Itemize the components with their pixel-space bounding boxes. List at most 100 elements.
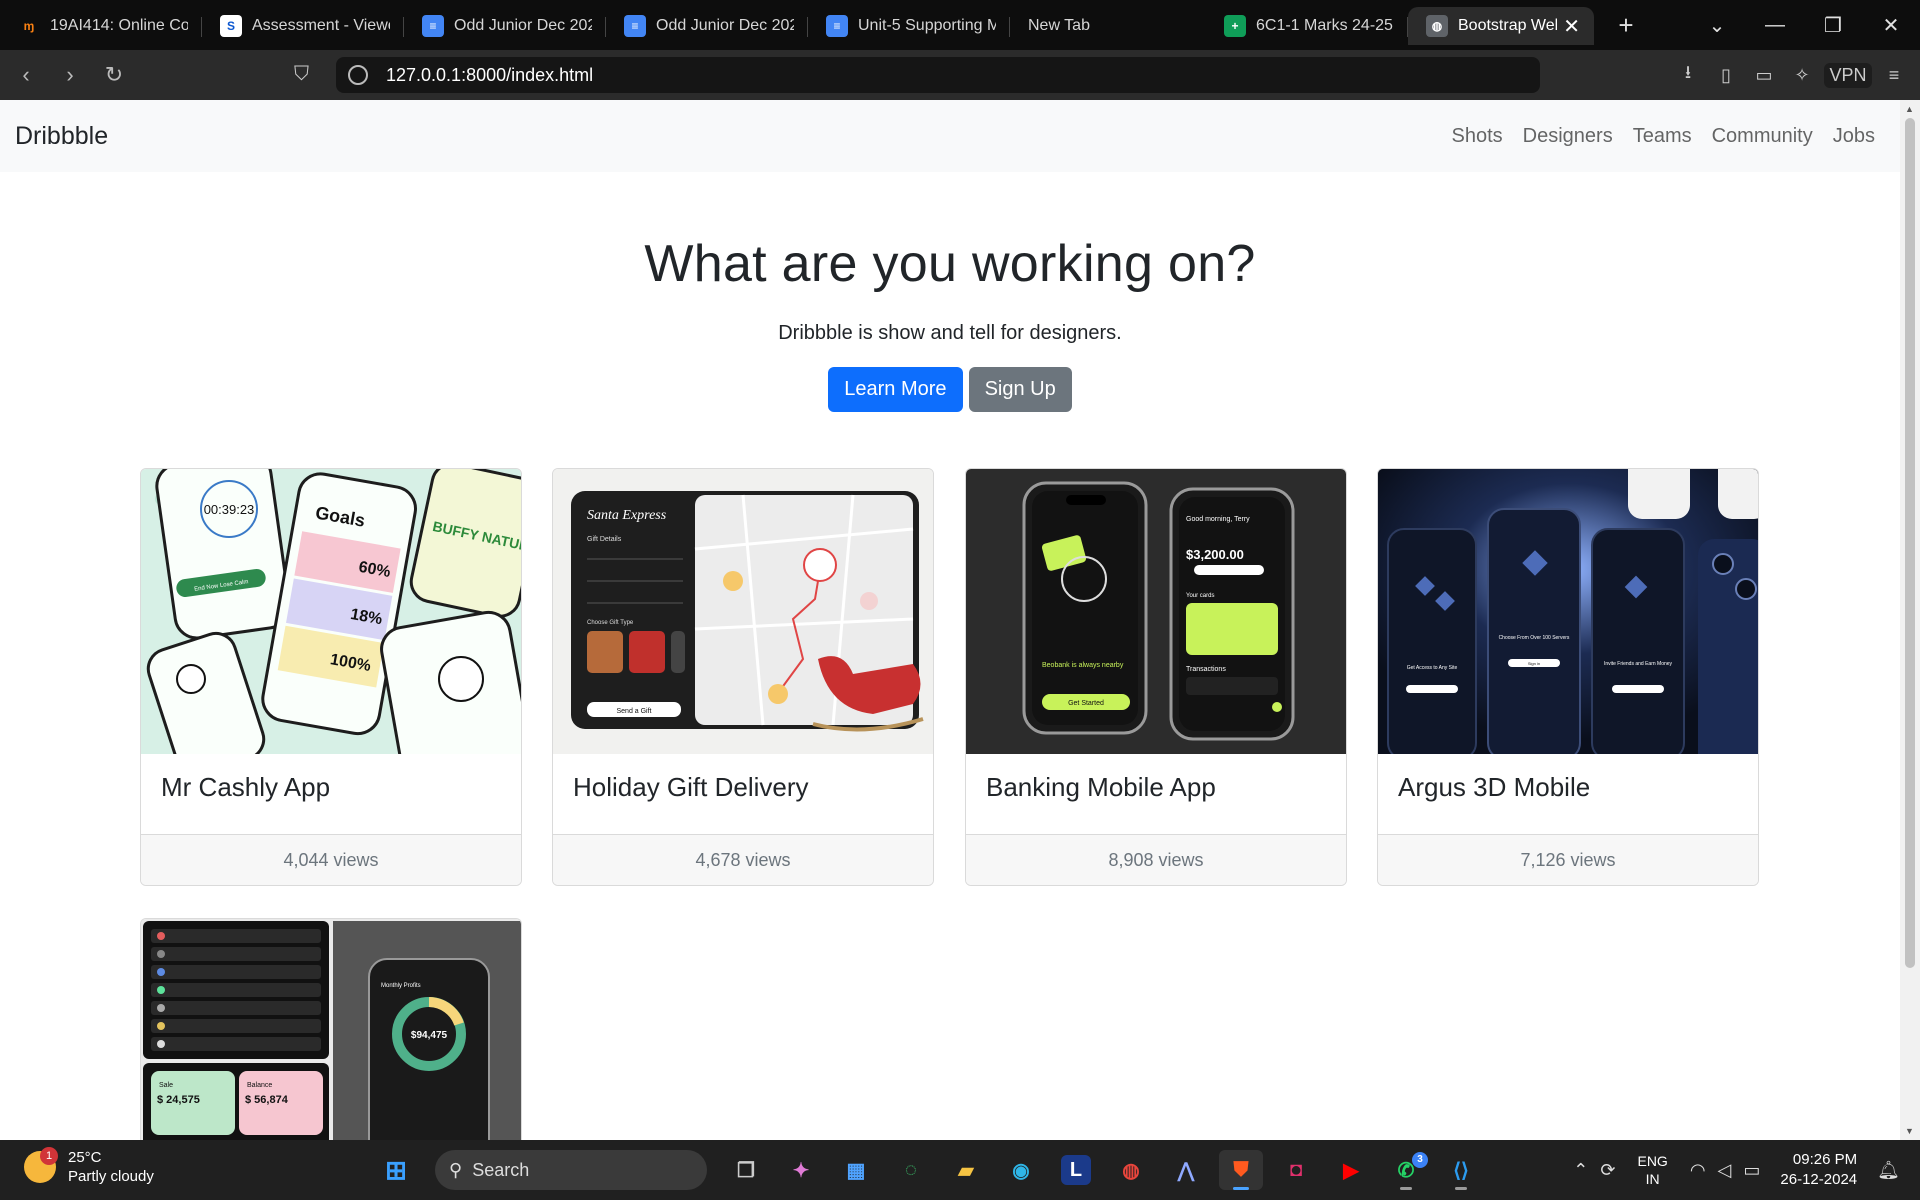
bank-tagline: Beobank is always nearby [1042,662,1124,669]
browser-tab[interactable]: New Tab [1010,7,1206,45]
reload-icon[interactable]: ↻ [96,57,132,93]
lang-region: IN [1645,1171,1660,1187]
shot-title[interactable]: Mr Cashly App [141,754,521,834]
chevron-up-icon[interactable]: ⌃ [1573,1160,1588,1181]
close-tab-icon[interactable]: ✕ [1563,14,1580,39]
page-scrollbar[interactable]: ▲ ▼ [1900,100,1920,1140]
vpn-label: VPN [1829,64,1867,85]
shot-image: Beobank is always nearby Get Started Goo… [966,469,1346,754]
nav-link-jobs[interactable]: Jobs [1823,125,1885,148]
close-window-icon[interactable]: ✕ [1862,13,1920,38]
bookmark-icon[interactable]: ⛉ [294,63,309,86]
vscode-icon[interactable]: ⟨⟩ [1439,1150,1483,1190]
shot-views: 4,678 views [553,834,933,885]
site-navbar: Dribbble Shots Designers Teams Community… [0,100,1900,172]
site-info-icon[interactable] [348,65,368,85]
shot-title[interactable]: Holiday Gift Delivery [553,754,933,834]
site-brand[interactable]: Dribbble [15,122,108,151]
sheets-icon: + [1224,15,1246,37]
vpn-button[interactable]: VPN [1824,62,1872,88]
shot-card[interactable]: Get Access to Any Site Choose From Over … [1377,468,1759,886]
maximize-icon[interactable]: ❐ [1804,13,1862,38]
browser-tab[interactable]: ≡ Odd Junior Dec 2024 [404,7,606,45]
tab-search-icon[interactable]: ⌄ [1688,13,1746,38]
nav-link-teams[interactable]: Teams [1623,125,1702,148]
wifi-icon[interactable]: ◠ [1690,1160,1706,1181]
l-app-icon[interactable]: L [1061,1155,1091,1185]
profit-amount: $94,475 [411,1030,448,1041]
sidebar-icon[interactable]: ▯ [1710,65,1742,86]
battery-icon[interactable]: ▭ [1743,1160,1760,1181]
scroll-down-icon[interactable]: ▼ [1905,1126,1914,1136]
minimize-icon[interactable]: — [1746,14,1804,37]
taskbar-search[interactable]: ⚲ Search [435,1150,707,1190]
windows-taskbar: 1 25°C Partly cloudy ⊞ ⚲ Search ❐ ✦ ▦ ◌ ▰… [0,1140,1920,1200]
download-icon[interactable]: ⭳ [1672,60,1704,90]
get-started-text: Get Started [1068,700,1104,707]
nav-link-shots[interactable]: Shots [1442,125,1513,148]
scrollbar-thumb[interactable] [1905,118,1915,968]
weather-widget[interactable]: 1 25°C Partly cloudy [24,1147,154,1186]
task-view-icon[interactable]: ❐ [724,1150,768,1190]
sign-up-button[interactable]: Sign Up [968,367,1072,412]
app-circle-icon[interactable]: ◌ [889,1150,933,1190]
search-label: Search [472,1159,530,1180]
menu-icon[interactable]: ≡ [1878,65,1910,86]
moodle-icon: ɱ [23,19,35,33]
shot-image: Santa Express Gift Details Choose Gift T… [553,469,933,754]
language-indicator[interactable]: ENG IN [1637,1152,1667,1188]
browser-tab[interactable]: S Assessment - Viewer [202,7,404,45]
clock-time: 09:26 PM [1792,1151,1858,1168]
lang-code: ENG [1637,1153,1668,1169]
shot-title[interactable]: Argus 3D Mobile [1378,754,1758,834]
docs-icon: ≡ [826,15,848,37]
learn-more-button[interactable]: Learn More [828,367,963,412]
browser-tab[interactable]: +6C1-1 Marks 24-25 O [1206,7,1408,45]
volume-icon[interactable]: ◁ [1718,1160,1732,1181]
nav-link-community[interactable]: Community [1702,125,1823,148]
shot-card[interactable]: Sale Balance $ 24,575 $ 56,874 Monthly P… [140,918,522,1140]
copilot-icon[interactable]: ✦ [779,1150,823,1190]
weather-desc: Partly cloudy [68,1168,154,1185]
balance-text: $3,200.00 [1186,547,1244,562]
browser-toolbar: ‹ › ↻ ⛉ 127.0.0.1:8000/index.html ⭳ ▯ ▭ … [0,50,1920,100]
new-tab-button[interactable]: + [1606,10,1646,41]
page-viewport: Dribbble Shots Designers Teams Community… [0,100,1900,1140]
globe-icon: ◍ [1426,15,1448,37]
clock[interactable]: 09:26 PM 26-12-2024 [1780,1150,1857,1190]
browser-tab[interactable]: ɱ19AI414: Online Cour [0,7,202,45]
shot-image: Get Access to Any Site Choose From Over … [1378,469,1758,754]
scroll-up-icon[interactable]: ▲ [1905,104,1914,114]
shot-title[interactable]: Banking Mobile App [966,754,1346,834]
nav-link-designers[interactable]: Designers [1513,125,1623,148]
shot-card[interactable]: Beobank is always nearby Get Started Goo… [965,468,1347,886]
address-bar[interactable]: 127.0.0.1:8000/index.html [336,57,1540,93]
shot-card[interactable]: Santa Express Gift Details Choose Gift T… [552,468,934,886]
weather-temp: 25°C [68,1149,102,1166]
brave-icon[interactable]: ⛊ [1219,1150,1263,1190]
edge-icon[interactable]: ◉ [999,1150,1043,1190]
s-logo-icon: S [220,15,242,37]
store-icon[interactable]: ▦ [834,1150,878,1190]
browser-tab[interactable]: ≡ Unit-5 Supporting M [808,7,1010,45]
hero-subtitle: Dribbble is show and tell for designers. [778,322,1122,344]
whatsapp-icon[interactable]: ✆ 3 [1384,1150,1428,1190]
windows-start-icon[interactable]: ⊞ [374,1150,418,1190]
browser-tab-active[interactable]: ◍Bootstrap Websi✕ [1408,7,1594,45]
notification-bell-icon[interactable]: 🔔︎ [1877,1160,1900,1181]
browser-tab[interactable]: ≡ Odd Junior Dec 2024 [606,7,808,45]
back-icon[interactable]: ‹ [8,57,44,93]
wallet-icon[interactable]: ▭ [1748,65,1780,86]
whatsapp-badge: 3 [1412,1152,1428,1168]
sync-icon[interactable]: ⟳ [1600,1160,1615,1181]
forward-icon[interactable]: › [52,57,88,93]
hero-title: What are you working on? [644,235,1256,293]
instagram-icon[interactable]: ◘ [1274,1150,1318,1190]
file-explorer-icon[interactable]: ▰ [944,1150,988,1190]
proton-icon[interactable]: ⋀ [1164,1150,1208,1190]
shot-card[interactable]: 00:39:23 End Now Lose Calm Goals 60% 18%… [140,468,522,886]
youtube-icon[interactable]: ▶ [1329,1150,1373,1190]
docs-icon: ≡ [422,15,444,37]
chrome-icon[interactable]: ◍ [1109,1150,1153,1190]
leo-ai-icon[interactable]: ✧ [1786,65,1818,86]
